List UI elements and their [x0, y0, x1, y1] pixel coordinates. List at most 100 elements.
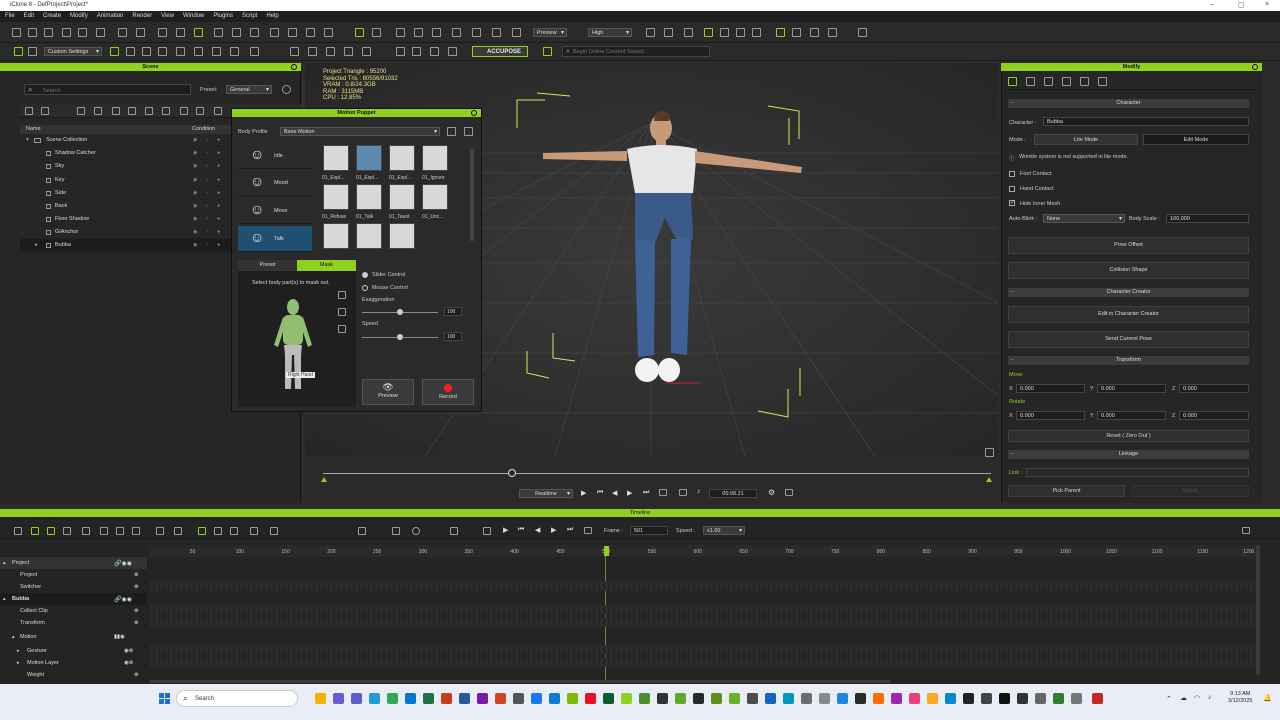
camera-icon[interactable] [270, 28, 279, 37]
taskbar-clock[interactable]: 9:13 AM 3/12/2025 [1228, 691, 1252, 705]
pan-icon[interactable] [306, 28, 315, 37]
character-name-field[interactable]: Bubba [1043, 117, 1249, 126]
paint-icon[interactable] [664, 28, 673, 37]
tray-volume-icon[interactable]: ♪ [1208, 694, 1212, 701]
tl-expand-icon[interactable]: ▴ [3, 596, 6, 602]
tl-tool-11-icon[interactable] [198, 527, 206, 535]
motion-thumb-4[interactable] [422, 145, 448, 171]
speed-slider-handle[interactable] [397, 334, 403, 340]
undo-icon[interactable] [158, 28, 167, 37]
tl-row-project[interactable]: Project ⊗ [0, 569, 147, 581]
modify-tab-md-icon[interactable] [1098, 77, 1107, 86]
tl-track-transform[interactable] [150, 617, 1256, 627]
motion-thumb-7[interactable] [389, 184, 415, 210]
rotate-y-field[interactable]: 0.000 [1097, 411, 1166, 420]
section-transform[interactable]: Transform [1008, 356, 1249, 365]
hide-inner-mesh-checkbox[interactable]: ✓ [1009, 200, 1015, 206]
tool-k-icon[interactable] [308, 47, 317, 56]
audio-icon[interactable]: ♪ [697, 488, 701, 495]
tl-zoom-icon[interactable] [412, 527, 420, 535]
tl-track-gesture[interactable] [150, 645, 1256, 655]
tl-to-end-icon[interactable]: ⏭ [567, 526, 573, 534]
scene-search-box[interactable]: ⌕ [24, 84, 191, 95]
tl-track-switcher[interactable] [150, 581, 1256, 591]
taskbar-app17-icon[interactable] [783, 693, 794, 704]
motion-thumb-11[interactable] [389, 223, 415, 249]
snap-icon[interactable] [736, 28, 745, 37]
scene-tool-6-icon[interactable] [128, 107, 136, 115]
tl-expand-icon[interactable]: ▴ [12, 634, 15, 640]
taskbar-app5-icon[interactable] [549, 693, 560, 704]
section-linkage[interactable]: Linkage [1008, 450, 1249, 459]
taskbar-app33-icon[interactable] [1071, 693, 1082, 704]
category-mood[interactable]: ☺ Mood [238, 170, 312, 196]
pen-icon[interactable] [752, 28, 761, 37]
tl-tool-6-icon[interactable] [100, 527, 108, 535]
target-icon[interactable] [810, 28, 819, 37]
tl-track-motion-layer[interactable] [150, 657, 1256, 667]
tool-n-icon[interactable] [362, 47, 371, 56]
tl-row-toggle-icon[interactable]: ⊗ [134, 572, 139, 578]
section-character-creator[interactable]: Character Creator [1008, 288, 1249, 297]
scene-tool-7-icon[interactable] [145, 107, 153, 115]
speed-dropdown[interactable]: x1.00 [703, 526, 745, 535]
tl-tool-15-icon[interactable] [270, 527, 278, 535]
link-field[interactable] [1026, 468, 1249, 477]
pick-parent-button[interactable]: Pick Parent [1008, 485, 1125, 497]
scene-delete-icon[interactable] [196, 107, 204, 115]
tl-row-toggle-icon[interactable]: ⊗ [134, 672, 139, 678]
online-search-input[interactable] [573, 48, 707, 56]
tl-row-toggle-icon[interactable]: ⊗ [134, 608, 139, 614]
equalizer-icon[interactable] [858, 28, 867, 37]
tool-h-icon[interactable] [230, 47, 239, 56]
next-frame-icon[interactable]: ▶ [627, 489, 632, 497]
taskbar-app26-icon[interactable] [945, 693, 956, 704]
tl-tool-5-icon[interactable] [82, 527, 90, 535]
range-start-marker[interactable] [321, 477, 327, 482]
taskbar-app19-icon[interactable] [819, 693, 830, 704]
scale-icon[interactable] [250, 28, 259, 37]
viewport-corner-icon[interactable] [985, 448, 994, 457]
taskbar-app11-icon[interactable] [675, 693, 686, 704]
tool-c-icon[interactable] [142, 47, 151, 56]
tl-tool-4-icon[interactable] [63, 527, 71, 535]
tool-m-icon[interactable] [344, 47, 353, 56]
motion-thumb-5[interactable] [323, 184, 349, 210]
settings-icon[interactable] [448, 47, 457, 56]
motion-thumb-9[interactable] [323, 223, 349, 249]
scene-options-icon[interactable] [282, 85, 291, 94]
tl-menu-icon[interactable] [1242, 527, 1250, 534]
view-frame-icon[interactable] [372, 28, 381, 37]
lite-mode-button[interactable]: Lite Mode [1034, 134, 1138, 145]
tool-j-icon[interactable] [290, 47, 299, 56]
scene-tool-9-icon[interactable] [180, 107, 188, 115]
maximize-icon[interactable]: ▢ [1238, 1, 1245, 9]
taskbar-app23-icon[interactable] [891, 693, 902, 704]
speed-slider-track[interactable] [362, 334, 438, 340]
body-mask-figure[interactable] [268, 297, 318, 397]
collision-shape-button[interactable]: Collision Shape [1008, 262, 1249, 279]
tl-tool-7-icon[interactable] [116, 527, 124, 535]
pose-offset-button[interactable]: Pose Offset [1008, 237, 1249, 254]
tray-cloud-icon[interactable]: ☁ [1180, 694, 1187, 702]
menu-edit[interactable]: Edit [19, 11, 38, 19]
tl-row-weight[interactable]: Weight ⊗ [0, 669, 147, 681]
taskbar-app12-icon[interactable] [693, 693, 704, 704]
tl-tool-8-icon[interactable] [132, 527, 140, 535]
time-field[interactable]: 00:08.21 [709, 489, 757, 498]
menu-view[interactable]: View [156, 11, 178, 19]
playback-scrubber-handle[interactable] [508, 469, 516, 477]
taskbar-app14-icon[interactable] [729, 693, 740, 704]
taskbar-app30-icon[interactable] [1017, 693, 1028, 704]
tl-row-switcher[interactable]: Switcher ⊗ [0, 581, 147, 593]
link-icon[interactable] [412, 47, 421, 56]
taskbar-app24-icon[interactable] [909, 693, 920, 704]
category-talk[interactable]: ☺ Talk [238, 226, 312, 252]
open-icon[interactable] [28, 28, 37, 37]
taskbar-iclone-icon[interactable] [621, 693, 632, 704]
tl-tool-1-icon[interactable] [14, 527, 22, 535]
orbit-icon[interactable] [288, 28, 297, 37]
exaggeration-slider-track[interactable] [362, 309, 438, 315]
tl-next-icon[interactable]: ▶ [551, 526, 556, 534]
tool-d-icon[interactable] [158, 47, 167, 56]
